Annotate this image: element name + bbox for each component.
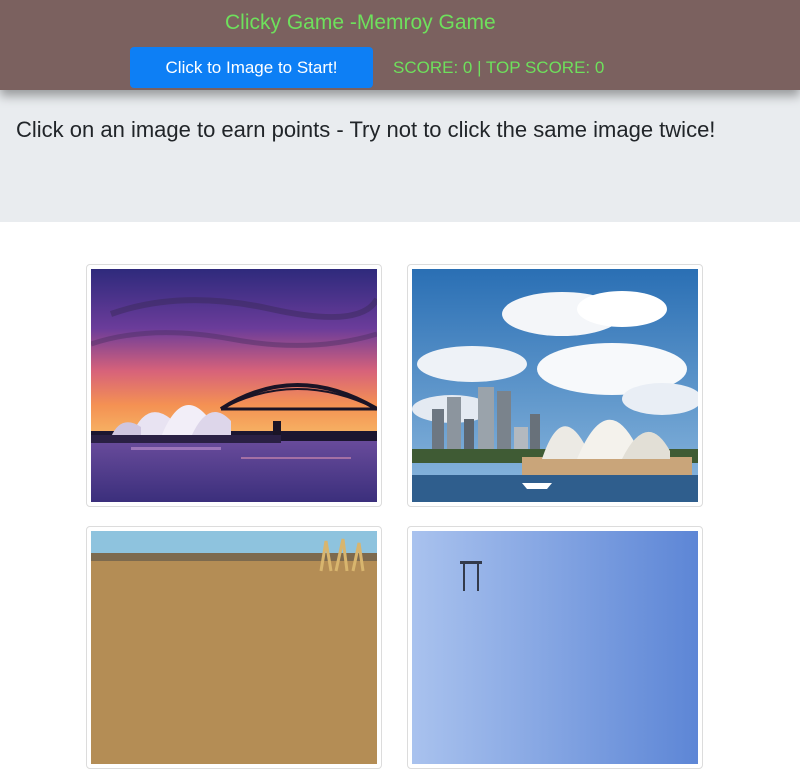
game-title: Clicky Game -Memroy Game (225, 11, 496, 34)
opera-house-skyline-image[interactable] (412, 269, 698, 502)
instructions-text: Click on an image to earn points - Try n… (16, 117, 716, 142)
image-card-outback[interactable] (86, 526, 382, 769)
score-display: SCORE: 0 | TOP SCORE: 0 (393, 58, 605, 77)
sky-tower-image[interactable] (412, 531, 698, 764)
navbar: Clicky Game -Memroy Game Click to Image … (0, 0, 800, 90)
opera-house-sunset-image[interactable] (91, 269, 377, 502)
outback-landscape-image[interactable] (91, 531, 377, 764)
jumbotron: Click on an image to earn points - Try n… (0, 90, 800, 222)
image-card-opera-skyline[interactable] (407, 264, 703, 507)
start-button[interactable]: Click to Image to Start! (130, 47, 373, 88)
image-card-opera-sunset[interactable] (86, 264, 382, 507)
image-card-sky-tower[interactable] (407, 526, 703, 769)
